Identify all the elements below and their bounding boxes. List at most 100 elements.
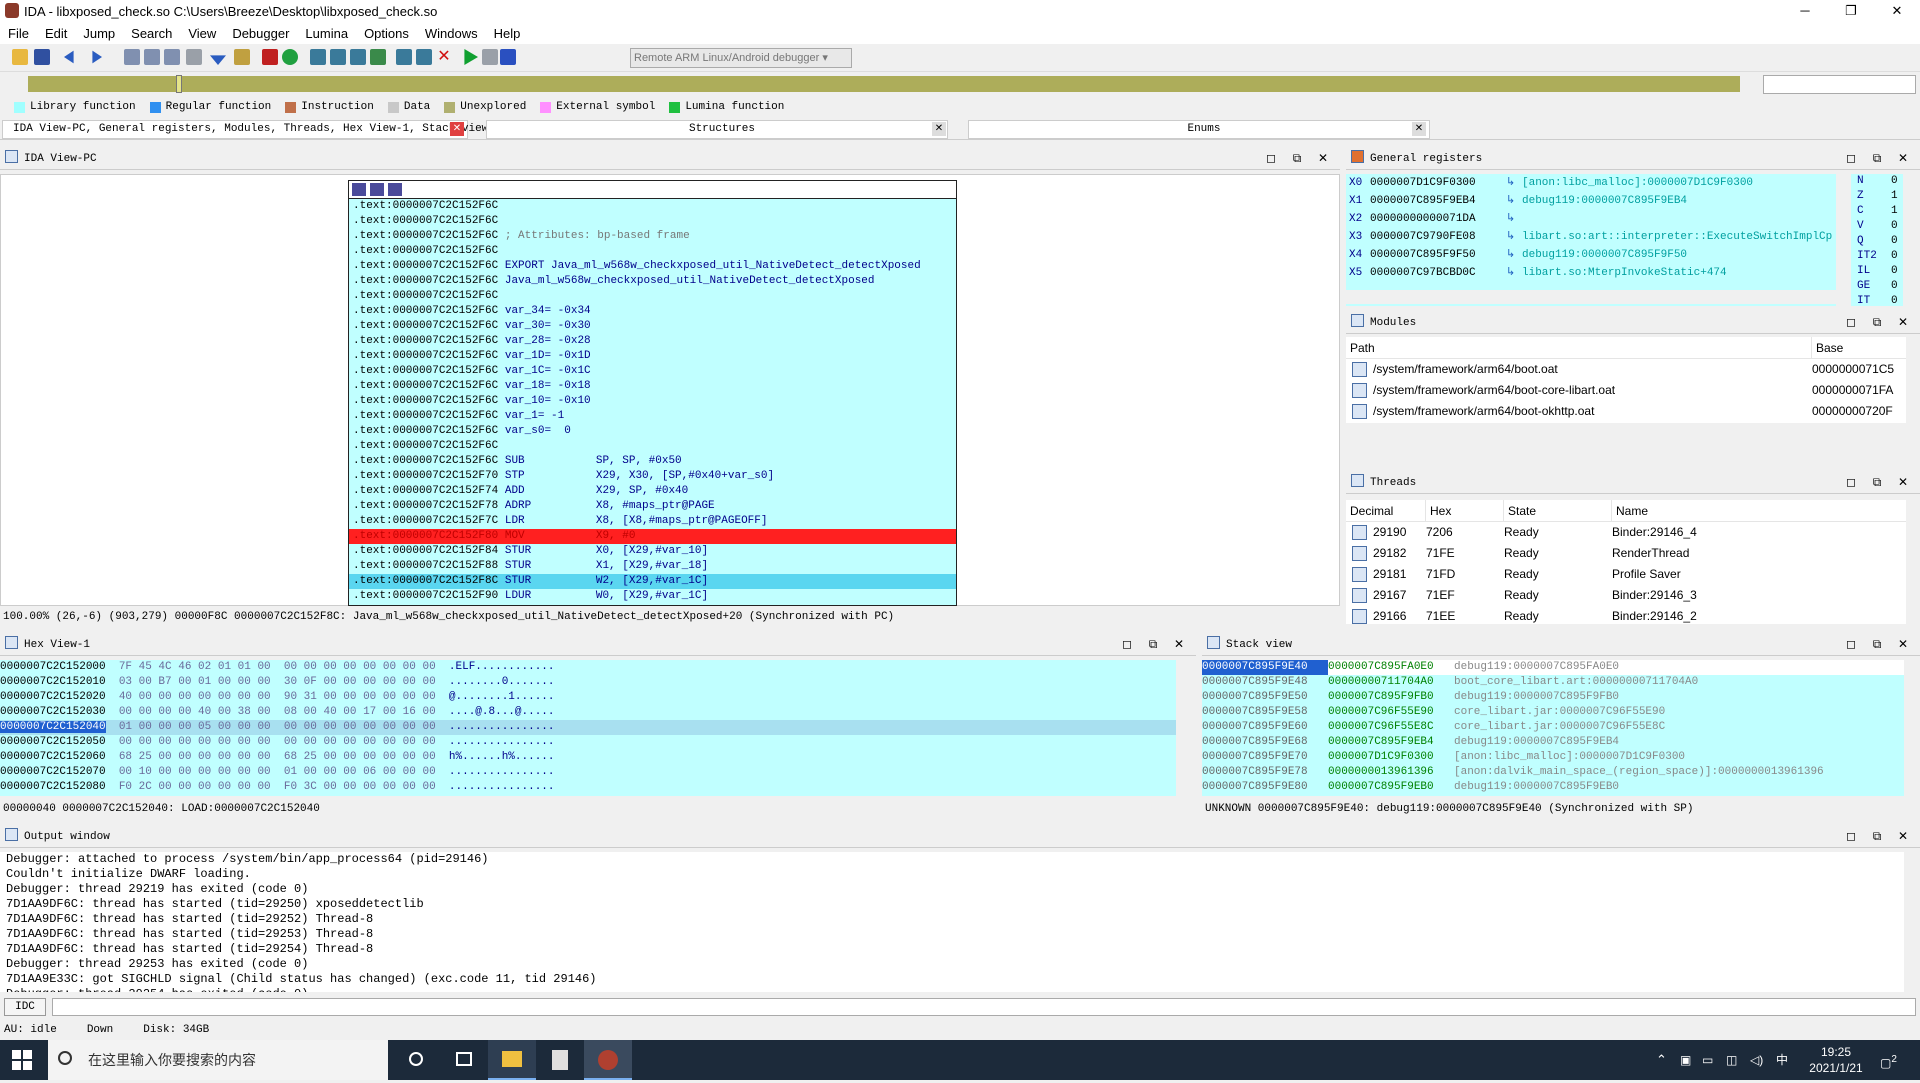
float-panel-button[interactable]: ⧉ [1864, 148, 1890, 170]
binary-icon[interactable] [164, 49, 180, 65]
asm-line[interactable]: .text:0000007C2C152F6C var_30= -0x30 [349, 319, 956, 334]
stack-row[interactable]: 0000007C895F9E60 0000007C96F55E8C core_lib… [1202, 720, 1904, 735]
idc-button[interactable]: IDC [4, 998, 46, 1016]
debugger-select[interactable]: Remote ARM Linux/Android debugger ▾ [630, 48, 852, 68]
asm-line[interactable]: .text:0000007C2C152F8C STUR W2, [X29,#var… [349, 574, 956, 589]
stack-row[interactable]: 0000007C895F9E78 0000000013961396 [anon:da… [1202, 765, 1904, 780]
menu-help[interactable]: Help [486, 26, 529, 41]
maximize-panel-button[interactable]: ◻ [1114, 634, 1140, 656]
xref-icon[interactable] [350, 49, 366, 65]
hex-row[interactable]: 0000007C2C152020 40 00 00 00 00 00 00 00… [0, 690, 1176, 705]
print-icon[interactable] [186, 49, 202, 65]
hex-row[interactable]: 0000007C2C152030 00 00 00 00 40 00 38 00… [0, 705, 1176, 720]
stack-row[interactable]: 0000007C895F9E70 0000007D1C9F0300 [anon:li… [1202, 750, 1904, 765]
asm-line[interactable]: .text:0000007C2C152F70 STP X29, X30, [SP,… [349, 469, 956, 484]
back-arrow-icon[interactable] [64, 50, 74, 64]
thread-row[interactable]: 29181 71FD Ready Profile Saver [1346, 564, 1906, 585]
idc-command-input[interactable] [52, 998, 1916, 1016]
close-panel-button[interactable]: ✕ [1890, 148, 1916, 170]
paste-icon[interactable] [144, 49, 160, 65]
hex-row[interactable]: 0000007C2C152080 F0 2C 00 00 00 00 00 00… [0, 780, 1176, 795]
asm-line[interactable]: .text:0000007C2C152F84 STUR X0, [X29,#var… [349, 544, 956, 559]
stack-row[interactable]: 0000007C895F9E50 0000007C895F9FB0 debug119… [1202, 690, 1904, 705]
file-explorer-icon[interactable] [488, 1040, 536, 1080]
stack-row[interactable]: 0000007C895F9E58 0000007C96F55E90 core_lib… [1202, 705, 1904, 720]
close-tab-icon[interactable]: ✕ [932, 122, 946, 136]
asm-line[interactable]: .text:0000007C2C152F78 ADRP X8, #maps_ptr… [349, 499, 956, 514]
float-panel-button[interactable]: ⧉ [1864, 472, 1890, 494]
jump-down-icon[interactable] [210, 55, 226, 65]
thread-row[interactable]: 29167 71EF Ready Binder:29146_3 [1346, 585, 1906, 606]
asm-line[interactable]: .text:0000007C2C152F6C var_1C= -0x1C [349, 364, 956, 379]
close-tab-icon[interactable]: ✕ [450, 122, 464, 136]
tray-battery-icon[interactable]: ▭ [1702, 1040, 1713, 1080]
module-row[interactable]: /system/framework/arm64/boot-okhttp.oat 0… [1346, 401, 1906, 422]
minimize-button[interactable]: ─ [1782, 0, 1828, 22]
float-panel-button[interactable]: ⧉ [1140, 634, 1166, 656]
hex-row[interactable]: 0000007C2C152040 01 00 00 00 05 00 00 00… [0, 720, 1176, 735]
asm-line[interactable]: .text:0000007C2C152F6C var_28= -0x28 [349, 334, 956, 349]
tray-network-icon[interactable]: ▣ [1680, 1040, 1691, 1080]
asm-line[interactable]: .text:0000007C2C152F6C [349, 439, 956, 454]
flag-row[interactable]: IT 0 [1851, 294, 1903, 309]
asm-line[interactable]: .text:0000007C2C152F6C [349, 199, 956, 214]
stack-row[interactable]: 0000007C895F9E40 0000007C895FA0E0 debug119… [1202, 660, 1904, 675]
save-icon[interactable] [34, 49, 50, 65]
column-header[interactable]: Path [1346, 337, 1812, 358]
run-icon[interactable] [464, 49, 478, 65]
cortana-icon[interactable] [392, 1040, 440, 1080]
copy-icon[interactable] [124, 49, 140, 65]
close-panel-button[interactable]: ✕ [1890, 312, 1916, 334]
maximize-button[interactable]: ❐ [1828, 0, 1874, 22]
asm-line[interactable]: .text:0000007C2C152F6C var_1D= -0x1D [349, 349, 956, 364]
stack-list[interactable]: 0000007C895F9E40 0000007C895FA0E0 debug119… [1202, 660, 1904, 796]
stack-scrollbar[interactable] [1904, 660, 1918, 816]
float-panel-button[interactable]: ⧉ [1864, 634, 1890, 656]
calculator-icon[interactable] [536, 1040, 584, 1080]
navigation-cursor[interactable] [176, 75, 182, 93]
thread-row[interactable]: 29166 71EE Ready Binder:29146_2 [1346, 606, 1906, 627]
patch-icon[interactable] [416, 49, 432, 65]
navigation-combo[interactable] [1763, 75, 1916, 94]
text-view-icon[interactable] [388, 183, 402, 196]
taskbar-search-input[interactable]: 在这里输入你要搜索的内容 [48, 1040, 388, 1080]
graph-view-icon[interactable] [352, 183, 366, 196]
hex-row[interactable]: 0000007C2C152050 00 00 00 00 00 00 00 00… [0, 735, 1176, 750]
asm-line[interactable]: .text:0000007C2C152F6C EXPORT Java_ml_w5… [349, 259, 956, 274]
menu-search[interactable]: Search [123, 26, 180, 41]
hex-dump[interactable]: 0000007C2C152000 7F 45 4C 46 02 01 01 00… [0, 660, 1176, 796]
thread-row[interactable]: 29182 71FE Ready RenderThread [1346, 543, 1906, 564]
registers-hscrollbar[interactable] [1346, 290, 1836, 304]
threads-scrollbar[interactable] [1906, 500, 1920, 624]
close-panel-button[interactable]: ✕ [1166, 634, 1192, 656]
asm-line[interactable]: .text:0000007C2C152F80 MOV X9, #0 [349, 529, 956, 544]
green-circle-icon[interactable] [282, 49, 298, 65]
column-header[interactable]: Name [1612, 500, 1906, 521]
clock[interactable]: 19:25 2021/1/21 [1806, 1044, 1866, 1076]
flag-row[interactable]: IL 0 [1851, 264, 1903, 279]
open-file-icon[interactable] [12, 49, 28, 65]
float-panel-button[interactable]: ⧉ [1864, 312, 1890, 334]
float-panel-button[interactable]: ⧉ [1284, 148, 1310, 170]
close-window-button[interactable]: ✕ [1874, 0, 1920, 22]
proximity-icon[interactable] [396, 49, 412, 65]
segment-icon[interactable] [310, 49, 326, 65]
hex-scrollbar[interactable] [1180, 660, 1194, 816]
flag-row[interactable]: GE 0 [1851, 279, 1903, 294]
hex-row[interactable]: 0000007C2C152060 68 25 00 00 00 00 00 00… [0, 750, 1176, 765]
flag-row[interactable]: C1 [1851, 204, 1903, 219]
float-panel-button[interactable]: ⧉ [1864, 826, 1890, 848]
tray-chevron-icon[interactable]: ⌃ [1656, 1040, 1667, 1080]
asm-line[interactable]: .text:0000007C2C152F90 LDUR W0, [X29,#var… [349, 589, 956, 604]
maximize-panel-button[interactable]: ◻ [1838, 634, 1864, 656]
menu-lumina[interactable]: Lumina [297, 26, 356, 41]
flag-row[interactable]: Z1 [1851, 189, 1903, 204]
hex-row[interactable]: 0000007C2C152000 7F 45 4C 46 02 01 01 00… [0, 660, 1176, 675]
close-panel-button[interactable]: ✕ [1890, 472, 1916, 494]
module-row[interactable]: /system/framework/arm64/boot.oat 00000000… [1346, 359, 1906, 380]
disassembly-listing[interactable]: .text:0000007C2C152F6C .text:0000007C2C1… [348, 180, 957, 606]
graph-icon[interactable] [330, 49, 346, 65]
notification-icon[interactable]: ▢2 [1880, 1040, 1897, 1083]
menu-file[interactable]: File [0, 26, 37, 41]
stack-row[interactable]: 0000007C895F9E80 0000007C895F9EB0 debug119… [1202, 780, 1904, 795]
